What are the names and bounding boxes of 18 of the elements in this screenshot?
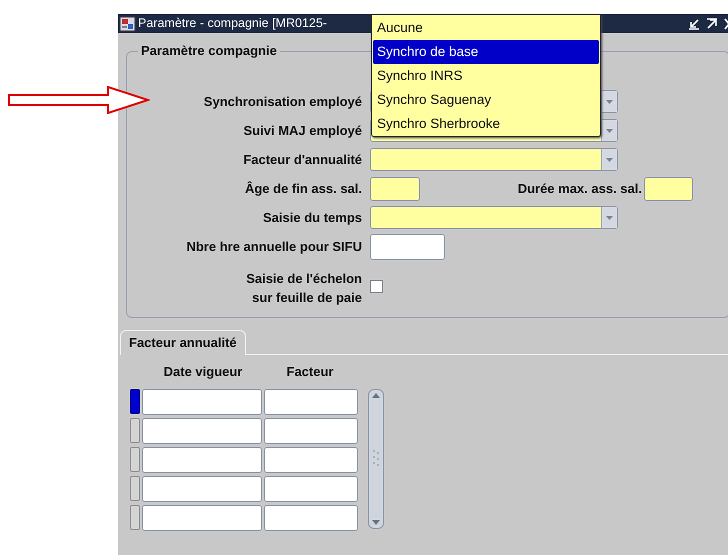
field-label: Nbre hre annuelle pour SIFU bbox=[185, 238, 362, 256]
dropdown-option[interactable]: Synchro INRS bbox=[373, 64, 599, 88]
field-label: Âge de fin ass. sal. bbox=[244, 180, 362, 198]
column-header: Facteur bbox=[286, 363, 334, 381]
dropdown-option[interactable]: Synchro Saguenay bbox=[373, 88, 599, 112]
tab[interactable]: Facteur annualité bbox=[120, 330, 246, 355]
dropdown-option[interactable]: Aucune bbox=[373, 16, 599, 40]
window-title: Paramètre - compagnie [MR0125- bbox=[138, 15, 327, 32]
column-header: Date vigueur bbox=[162, 363, 244, 381]
field-label: Suivi MAJ employé bbox=[242, 122, 362, 140]
dropdown-option[interactable]: Synchro Sherbrooke bbox=[373, 112, 599, 136]
field-label: Saisie de l'échelon sur feuille de paie bbox=[245, 270, 362, 307]
field-label: Durée max. ass. sal. bbox=[516, 180, 642, 198]
group-title: Paramètre compagnie bbox=[138, 43, 280, 59]
field-label: Saisie du temps bbox=[262, 209, 362, 227]
field-label: Synchronisation employé bbox=[202, 93, 362, 111]
dropdown-option[interactable]: Synchro de base bbox=[373, 40, 599, 64]
field-label: Facteur d'annualité bbox=[242, 151, 362, 169]
